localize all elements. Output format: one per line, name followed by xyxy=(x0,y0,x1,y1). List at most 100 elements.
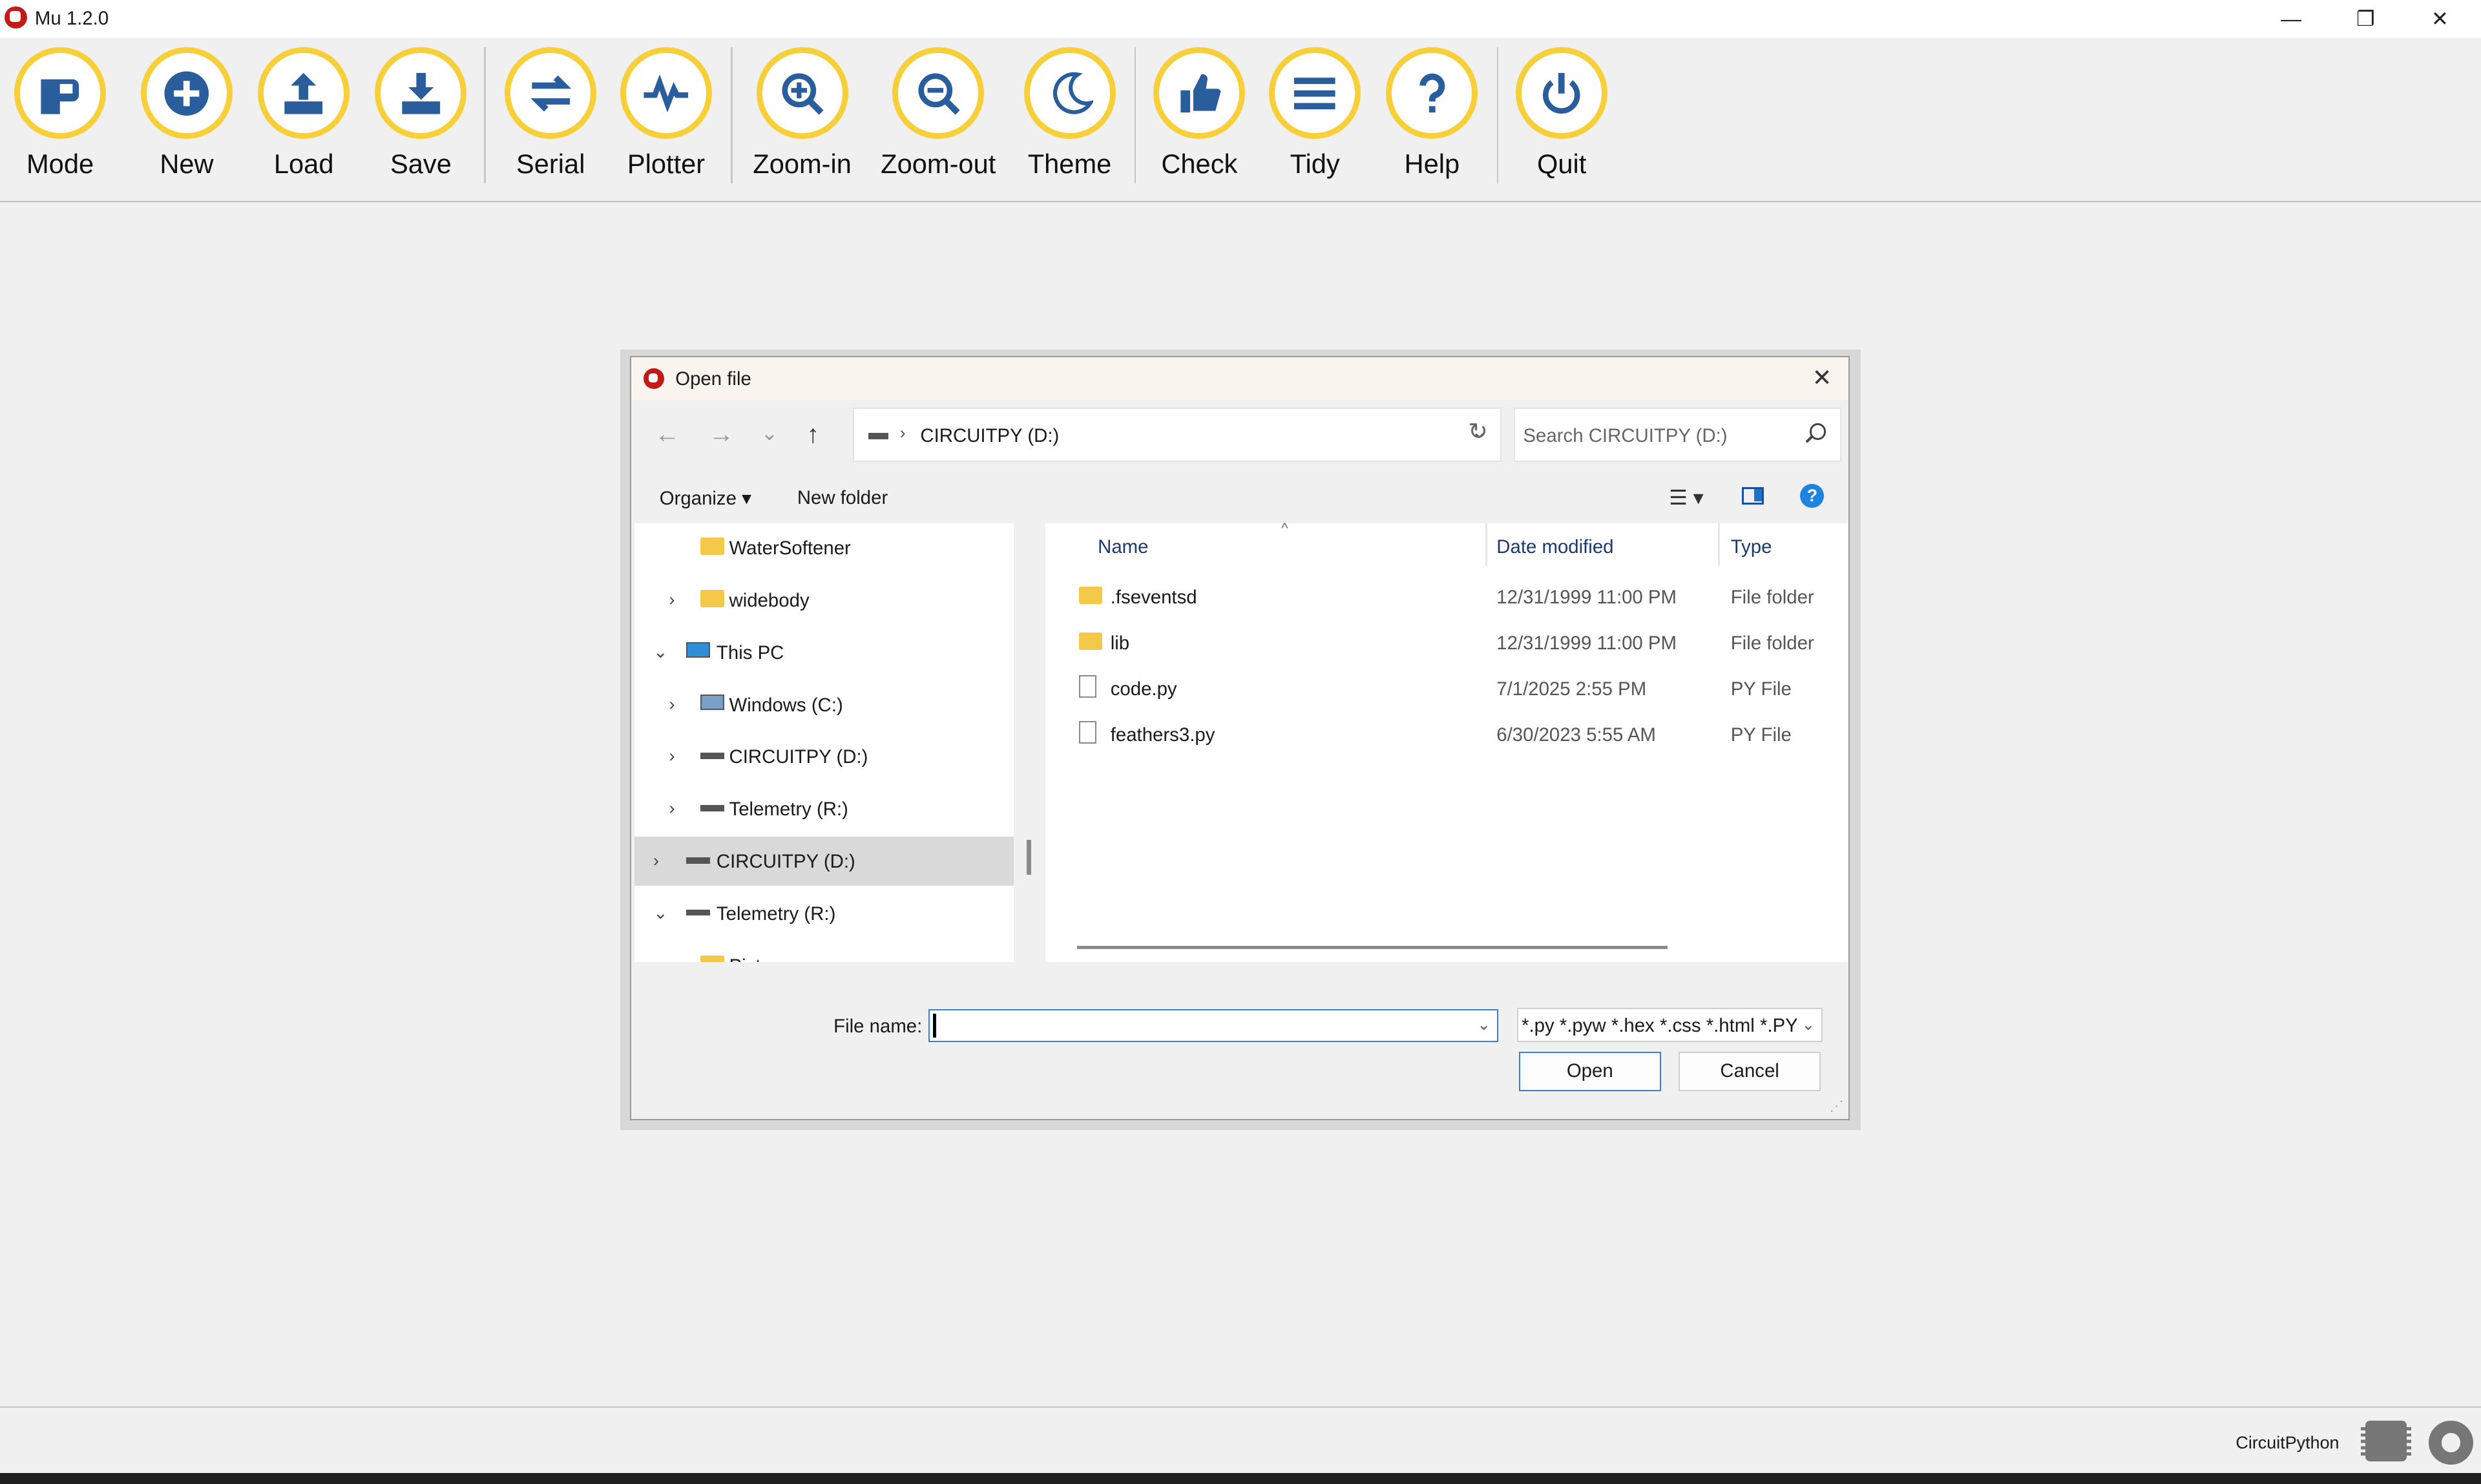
main-toolbar: Mode New Load Save Serial Plotter Zoom-i… xyxy=(0,37,2481,202)
recent-locations-button[interactable]: ⌄ xyxy=(761,421,779,445)
search-icon xyxy=(1809,423,1827,440)
zoom-out-button[interactable]: Zoom-out xyxy=(875,47,1001,180)
zoom-in-button[interactable]: Zoom-in xyxy=(739,47,866,180)
new-button[interactable]: New xyxy=(123,47,250,180)
serial-label: Serial xyxy=(516,149,585,180)
os-taskbar xyxy=(0,1473,2481,1484)
minimize-button[interactable]: — xyxy=(2255,0,2328,38)
tree-item-widebody[interactable]: › widebody xyxy=(634,576,1014,625)
tree-item-label: Windows (C:) xyxy=(729,694,843,716)
collapse-icon[interactable]: ⌄ xyxy=(653,642,668,662)
lines-icon xyxy=(1294,77,1335,109)
restore-button[interactable]: ❐ xyxy=(2329,0,2402,38)
zoom-out-icon xyxy=(918,73,960,115)
expand-icon[interactable]: › xyxy=(669,590,675,610)
thumbs-up-icon xyxy=(1180,74,1220,112)
tree-item-watersoftener[interactable]: WaterSoftener xyxy=(634,523,1014,572)
new-folder-button[interactable]: New folder xyxy=(797,487,888,509)
refresh-button[interactable]: ↻ xyxy=(1468,417,1488,445)
dialog-close-button[interactable]: ✕ xyxy=(1812,364,1832,392)
question-icon xyxy=(1419,73,1445,112)
tree-item-telemetry-r[interactable]: › Telemetry (R:) xyxy=(634,784,1014,833)
expand-icon[interactable]: › xyxy=(669,695,675,715)
load-button[interactable]: Load xyxy=(240,47,367,180)
tree-item-label: Pictures xyxy=(729,956,798,962)
cancel-button[interactable]: Cancel xyxy=(1678,1052,1821,1092)
up-button[interactable]: ↑ xyxy=(807,421,820,449)
arrows-icon xyxy=(530,75,571,112)
file-date: 12/31/1999 11:00 PM xyxy=(1496,587,1677,609)
column-header-type[interactable]: Type xyxy=(1731,536,1772,558)
new-label: New xyxy=(160,149,214,180)
preview-pane-icon[interactable] xyxy=(1741,486,1764,505)
dialog-title: Open file xyxy=(675,368,751,390)
tidy-button[interactable]: Tidy xyxy=(1251,47,1378,180)
tidy-label: Tidy xyxy=(1290,149,1340,180)
file-type: File folder xyxy=(1730,632,1814,654)
tree-item-circuitpy-d[interactable]: › CIRCUITPY (D:) xyxy=(634,732,1014,781)
tree-item-label: CIRCUITPY (D:) xyxy=(716,851,855,873)
mode-button[interactable]: Mode xyxy=(0,47,123,180)
window-title: Mu 1.2.0 xyxy=(34,8,109,30)
check-button[interactable]: Check xyxy=(1136,47,1262,180)
chevron-down-icon[interactable]: ⌄ xyxy=(1477,1015,1491,1034)
back-button[interactable]: ← xyxy=(654,421,680,449)
breadcrumb-separator: › xyxy=(899,423,906,443)
tree-item-pictures[interactable]: › Pictures xyxy=(634,941,1014,962)
organize-menu[interactable]: Organize ▾ xyxy=(660,487,751,510)
window-titlebar: Mu 1.2.0 — ❐ ✕ xyxy=(0,0,2481,39)
file-row[interactable]: .fseventsd 12/31/1999 11:00 PM File fold… xyxy=(1045,574,1848,620)
view-options-button[interactable]: ☰ ▾ xyxy=(1669,485,1703,510)
file-icon xyxy=(1078,721,1096,744)
file-row[interactable]: code.py 7/1/2025 2:55 PM PY File xyxy=(1045,666,1848,712)
expand-icon[interactable]: › xyxy=(669,956,675,962)
drive-icon xyxy=(700,753,725,760)
breadcrumb-current[interactable]: CIRCUITPY (D:) xyxy=(920,425,1059,447)
expand-icon[interactable]: › xyxy=(669,746,675,766)
column-header-date[interactable]: Date modified xyxy=(1496,536,1613,558)
plotter-button[interactable]: Plotter xyxy=(603,47,729,180)
power-icon xyxy=(1543,72,1580,114)
mode-indicator[interactable]: CircuitPython xyxy=(2235,1433,2339,1453)
expand-icon[interactable]: › xyxy=(669,799,675,819)
tree-item-telemetry-r-root[interactable]: ⌄ Telemetry (R:) xyxy=(634,889,1014,938)
file-row[interactable]: lib 12/31/1999 11:00 PM File folder xyxy=(1045,620,1848,666)
chevron-down-icon: ⌄ xyxy=(1801,1016,1815,1034)
theme-button[interactable]: Theme xyxy=(1007,47,1133,180)
tree-item-this-pc[interactable]: ⌄ This PC xyxy=(634,628,1014,677)
column-header-name[interactable]: Name xyxy=(1098,536,1148,558)
mode-label: Mode xyxy=(26,149,94,180)
help-icon[interactable]: ? xyxy=(1800,483,1825,508)
file-date: 12/31/1999 11:00 PM xyxy=(1496,632,1677,654)
tree-scrollbar[interactable] xyxy=(1026,839,1032,875)
expand-icon[interactable]: › xyxy=(653,851,659,871)
open-button[interactable]: Open xyxy=(1518,1052,1661,1092)
download-icon xyxy=(402,72,440,114)
help-button[interactable]: Help xyxy=(1368,47,1495,180)
upload-icon xyxy=(284,72,323,114)
file-icon xyxy=(1078,675,1096,698)
file-type-filter[interactable]: *.py *.pyw *.hex *.css *.html *.PY ⌄ xyxy=(1517,1007,1823,1043)
theme-label: Theme xyxy=(1027,149,1112,180)
tree-item-windows-c[interactable]: › Windows (C:) xyxy=(634,680,1014,729)
folder-icon xyxy=(700,590,725,607)
pulse-icon xyxy=(644,74,689,112)
file-name-input[interactable]: ⌄ xyxy=(928,1009,1498,1043)
save-button[interactable]: Save xyxy=(357,47,484,180)
gear-icon[interactable] xyxy=(2429,1420,2473,1465)
file-list-scrollbar[interactable] xyxy=(1077,946,1668,949)
tree-item-circuitpy-d-selected[interactable]: › CIRCUITPY (D:) xyxy=(634,837,1014,886)
resize-grip-icon[interactable]: ⋰ xyxy=(1829,1098,1843,1114)
chip-icon[interactable] xyxy=(2360,1420,2412,1462)
close-window-button[interactable]: ✕ xyxy=(2403,0,2476,38)
search-input[interactable]: Search CIRCUITPY (D:) xyxy=(1514,408,1842,462)
zoom-in-icon xyxy=(782,73,824,115)
file-type-filter-value: *.py *.pyw *.hex *.css *.html *.PY xyxy=(1522,1015,1797,1037)
file-row[interactable]: feathers3.py 6/30/2023 5:55 AM PY File xyxy=(1045,712,1848,758)
forward-button[interactable]: → xyxy=(709,421,734,449)
tree-item-label: This PC xyxy=(716,642,784,664)
address-bar[interactable]: › CIRCUITPY (D:) ⌄ xyxy=(852,408,1502,462)
serial-button[interactable]: Serial xyxy=(487,47,614,180)
collapse-icon[interactable]: ⌄ xyxy=(653,903,668,923)
quit-button[interactable]: Quit xyxy=(1498,47,1625,180)
